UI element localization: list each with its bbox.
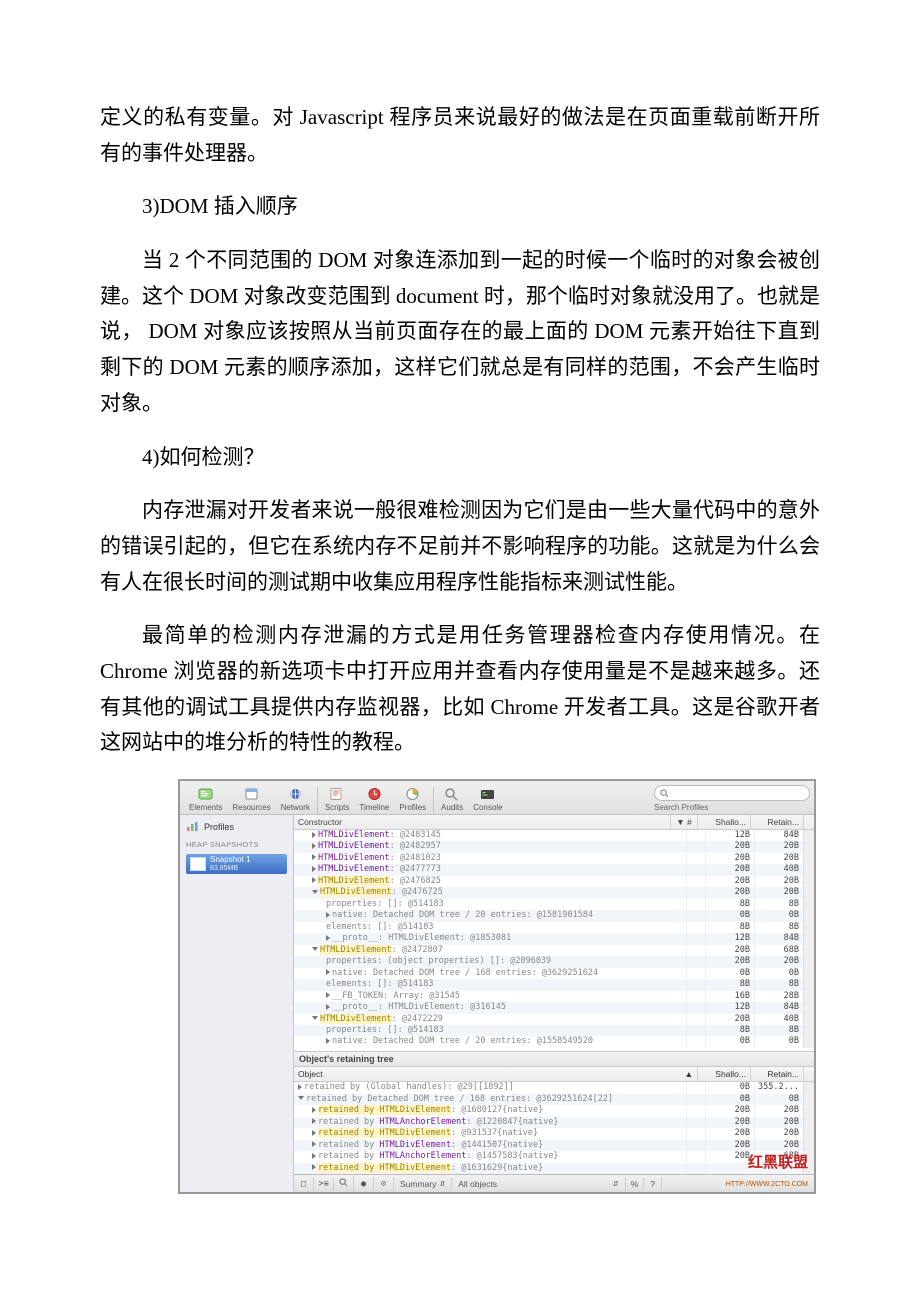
col-constructor[interactable]: Constructor	[294, 815, 671, 829]
filter-dropdown[interactable]: All objects⇵	[452, 1177, 625, 1191]
tree-row[interactable]: elements: []: @5141838B8B	[294, 922, 814, 933]
col-retained[interactable]: Retain...	[751, 815, 804, 829]
body-paragraph: 最简单的检测内存泄漏的方式是用任务管理器检查内存使用情况。在 Chrome 浏览…	[100, 618, 820, 761]
body-paragraph: 定义的私有变量。对 Javascript 程序员来说最好的做法是在页面重载前断开…	[100, 100, 820, 171]
tab-network[interactable]: Network	[276, 783, 315, 814]
tree-row[interactable]: HTMLDivElement: @247672520B20B	[294, 887, 814, 898]
tab-timeline[interactable]: Timeline	[354, 783, 394, 814]
search-icon	[660, 789, 669, 798]
watermark-text: 红黑联盟	[748, 1151, 808, 1172]
clear-button[interactable]: ⊘	[374, 1177, 394, 1191]
tree-row[interactable]: __proto__: HTMLDivElement: @31614512B84B	[294, 1002, 814, 1013]
devtools-screenshot: ElementsResourcesNetworkScriptsTimelineP…	[178, 779, 816, 1194]
retaining-tree-title: Object's retaining tree	[294, 1051, 814, 1067]
col-shallow[interactable]: Shallo...	[698, 815, 751, 829]
watermark-url: HTTP://WWW.2CTO.COM	[726, 1181, 808, 1188]
tab-icon	[444, 785, 461, 802]
tree-row[interactable]: elements: []: @5141838B8B	[294, 979, 814, 990]
tab-audits[interactable]: Audits	[436, 783, 468, 814]
sidebar-item-profiles[interactable]: Profiles	[180, 819, 293, 834]
section-heading: 3)DOM 插入顺序	[100, 189, 820, 225]
tree-row[interactable]: properties: []: @5141838B8B	[294, 899, 814, 910]
tree-row[interactable]: retained by HTMLAnchorElement: @1220847{…	[294, 1117, 814, 1128]
constructor-table-header: Constructor ▼ # Shallo... Retain...	[294, 815, 814, 830]
tree-row[interactable]: HTMLDivElement: @248295720B20B	[294, 841, 814, 852]
profiles-icon	[186, 821, 199, 832]
body-paragraph: 内存泄漏对开发者来说一般很难检测因为它们是由一些大量代码中的意外的错误引起的，但…	[100, 493, 820, 600]
tab-icon	[366, 785, 383, 802]
zoom-button[interactable]	[334, 1176, 354, 1192]
tab-icon	[479, 785, 496, 802]
tree-row[interactable]: HTMLDivElement: @247280720B68B	[294, 945, 814, 956]
snapshot-title: Snapshot 1	[210, 856, 250, 865]
tree-row[interactable]: native: Detached DOM tree / 20 entries: …	[294, 1036, 814, 1047]
section-heading: 4)如何检测？	[100, 440, 820, 476]
tab-elements[interactable]: Elements	[184, 783, 227, 814]
col-object[interactable]: Object▲	[294, 1067, 698, 1081]
snapshot-size: 83.85MB	[210, 865, 250, 873]
tree-row[interactable]: properties: (object properties) []: @209…	[294, 956, 814, 967]
tab-profiles[interactable]: Profiles	[394, 783, 431, 814]
sidebar-section: HEAP SNAPSHOTS	[180, 834, 293, 852]
tab-scripts[interactable]: Scripts	[320, 783, 354, 814]
tree-row[interactable]: retained by HTMLAnchorElement: @1457583{…	[294, 1151, 814, 1162]
help-button[interactable]: ?	[644, 1177, 662, 1191]
profiles-sidebar: Profiles HEAP SNAPSHOTS Snapshot 1 83.85…	[180, 815, 294, 1192]
tree-row[interactable]: retained by Detached DOM tree / 168 entr…	[294, 1094, 814, 1105]
tree-row[interactable]: native: Detached DOM tree / 168 entries:…	[294, 968, 814, 979]
tree-row[interactable]: HTMLDivElement: @247777320B40B	[294, 864, 814, 875]
sidebar-label: Profiles	[204, 822, 234, 832]
col-shallow[interactable]: Shallo...	[698, 1067, 751, 1081]
tab-icon	[287, 785, 304, 802]
tab-icon	[197, 785, 214, 802]
console-button[interactable]: >≡	[314, 1177, 334, 1191]
search-label: Search Profiles	[654, 803, 810, 812]
col-retained[interactable]: Retain...	[751, 1067, 804, 1081]
tree-row[interactable]: HTMLDivElement: @247682520B20B	[294, 876, 814, 887]
tree-row[interactable]: HTMLDivElement: @248102320B20B	[294, 853, 814, 864]
heap-tree[interactable]: HTMLDivElement: @248314512B84BHTMLDivEle…	[294, 830, 814, 1051]
snapshot-thumb-icon	[190, 857, 206, 871]
body-paragraph: 当 2 个不同范围的 DOM 对象连添加到一起的时候一个临时的对象会被创建。这个…	[100, 243, 820, 421]
col-distance[interactable]: ▼ #	[671, 815, 698, 829]
tree-row[interactable]: properties: []: @5141838B8B	[294, 1025, 814, 1036]
devtools-toolbar: ElementsResourcesNetworkScriptsTimelineP…	[180, 781, 814, 815]
tree-row[interactable]: retained by HTMLDivElement: @1441507{nat…	[294, 1140, 814, 1151]
dock-button[interactable]: □	[294, 1177, 314, 1191]
percent-button[interactable]: %	[626, 1177, 645, 1191]
tab-icon	[404, 785, 421, 802]
tree-row[interactable]: HTMLDivElement: @248314512B84B	[294, 830, 814, 841]
tree-row[interactable]: __FB_TOKEN: Array: @3154516B28B	[294, 991, 814, 1002]
tab-resources[interactable]: Resources	[227, 783, 275, 814]
record-button[interactable]: ●	[354, 1177, 374, 1191]
retaining-table-header: Object▲ Shallo... Retain...	[294, 1067, 814, 1082]
view-summary-dropdown[interactable]: Summary⇵	[394, 1177, 452, 1191]
snapshot-item[interactable]: Snapshot 1 83.85MB	[186, 854, 287, 874]
tab-icon	[329, 785, 346, 802]
tree-row[interactable]: HTMLDivElement: @247222920B40B	[294, 1014, 814, 1025]
tree-row[interactable]: retained by (Global handles): @29[[1892]…	[294, 1082, 814, 1093]
retaining-tree[interactable]: retained by (Global handles): @29[[1892]…	[294, 1082, 814, 1174]
tree-row[interactable]: native: Detached DOM tree / 20 entries: …	[294, 910, 814, 921]
tree-row[interactable]: retained by HTMLDivElement: @931537{nati…	[294, 1128, 814, 1139]
tree-row[interactable]: retained by HTMLDivElement: @1631629{nat…	[294, 1163, 814, 1174]
tree-row[interactable]: __proto__: HTMLDivElement: @185308112B84…	[294, 933, 814, 944]
tab-console[interactable]: Console	[468, 783, 507, 814]
tab-icon	[243, 785, 260, 802]
tree-row[interactable]: retained by HTMLDivElement: @1680127{nat…	[294, 1105, 814, 1116]
search-input[interactable]	[654, 785, 810, 801]
